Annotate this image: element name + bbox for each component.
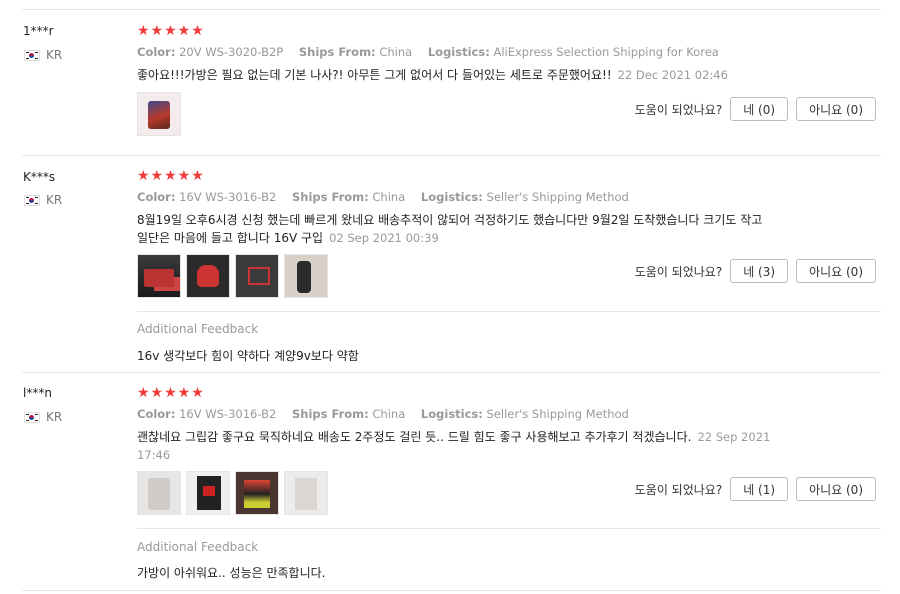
helpful-section: 도움이 되었나요? 네 (1) 아니요 (0) — [635, 477, 876, 501]
reviewer-name: 1***r — [23, 24, 54, 38]
color-label: Color: — [137, 407, 176, 421]
additional-feedback-text: 16v 생각보다 힘이 약하다 계양9v보다 약함 — [137, 349, 359, 363]
review-photos — [137, 254, 328, 298]
review-body-line2: 일단은 마음에 들고 합니다 16V 구입 — [137, 231, 324, 245]
additional-feedback-title: Additional Feedback — [137, 322, 259, 336]
review-photo[interactable] — [284, 254, 328, 298]
review-photos — [137, 92, 181, 136]
ships-from-label: Ships From: — [298, 45, 376, 59]
review-photo[interactable] — [137, 254, 181, 298]
logistics-value: AliExpress Selection Shipping for Korea — [493, 45, 719, 59]
review-body: 괜찮네요 그립감 좋구요 묵직하네요 배송도 2주정도 걸린 듯.. 드릴 힘도… — [137, 430, 692, 444]
review-meta: Color: 20V WS-3020-B2P Ships From: China… — [137, 45, 719, 59]
review-photo[interactable] — [186, 254, 230, 298]
additional-feedback-text: 가방이 아쉬워요.. 성능은 만족합니다. — [137, 566, 326, 580]
helpful-label: 도움이 되었나요? — [634, 264, 723, 279]
helpful-no-button[interactable]: 아니요 (0) — [796, 97, 876, 121]
star-rating: ★★★★★ — [137, 23, 205, 39]
helpful-section: 도움이 되었나요? 네 (0) 아니요 (0) — [635, 97, 876, 121]
country-code: KR — [46, 193, 63, 207]
helpful-section: 도움이 되었나요? 네 (3) 아니요 (0) — [635, 259, 876, 283]
logistics-label: Logistics: — [427, 45, 490, 59]
color-label: Color: — [137, 45, 176, 59]
review-body-line1: 8월19일 오후6시경 신청 했는데 빠르게 왔네요 배송추적이 않되어 걱정하… — [137, 213, 763, 227]
reviewer-name: l***n — [23, 386, 52, 400]
ships-from-label: Ships From: — [291, 190, 369, 204]
review-text: 좋아요!!!가방은 필요 없는데 기본 나사?! 아무튼 그게 없어서 다 들어… — [137, 66, 797, 84]
helpful-yes-button[interactable]: 네 (1) — [730, 477, 789, 501]
review-text: 8월19일 오후6시경 신청 했는데 빠르게 왔네요 배송추적이 않되어 걱정하… — [137, 211, 797, 247]
helpful-no-button[interactable]: 아니요 (0) — [796, 259, 876, 283]
helpful-label: 도움이 되었나요? — [634, 102, 723, 117]
logistics-value: Seller's Shipping Method — [486, 407, 629, 421]
divider — [22, 155, 881, 156]
logistics-value: Seller's Shipping Method — [486, 190, 629, 204]
color-value: 16V WS-3016-B2 — [179, 407, 277, 421]
divider — [22, 9, 881, 10]
review-meta: Color: 16V WS-3016-B2 Ships From: China … — [137, 190, 629, 204]
review-date-part2: 17:46 — [137, 448, 171, 462]
divider — [137, 528, 881, 529]
helpful-yes-button[interactable]: 네 (3) — [730, 259, 789, 283]
ships-from-label: Ships From: — [291, 407, 369, 421]
review-photo[interactable] — [137, 471, 181, 515]
reviewer-country: KR — [24, 410, 62, 424]
helpful-yes-button[interactable]: 네 (0) — [730, 97, 789, 121]
color-value: 20V WS-3020-B2P — [179, 45, 284, 59]
additional-feedback-title: Additional Feedback — [137, 540, 259, 554]
reviewer-country: KR — [24, 48, 62, 62]
review-text: 괜찮네요 그립감 좋구요 묵직하네요 배송도 2주정도 걸린 듯.. 드릴 힘도… — [137, 428, 797, 464]
review-photo[interactable] — [137, 92, 181, 136]
ships-from-value: China — [372, 190, 406, 204]
review-photo[interactable] — [235, 254, 279, 298]
divider — [137, 311, 881, 312]
review-date: 22 Dec 2021 02:46 — [617, 68, 728, 82]
helpful-no-button[interactable]: 아니요 (0) — [796, 477, 876, 501]
country-code: KR — [46, 410, 63, 424]
helpful-label: 도움이 되었나요? — [634, 482, 723, 497]
logistics-label: Logistics: — [420, 190, 483, 204]
review-photo[interactable] — [186, 471, 230, 515]
korea-flag-icon — [24, 194, 40, 206]
country-code: KR — [46, 48, 63, 62]
korea-flag-icon — [24, 411, 40, 423]
ships-from-value: China — [372, 407, 406, 421]
review-meta: Color: 16V WS-3016-B2 Ships From: China … — [137, 407, 629, 421]
review-body: 좋아요!!!가방은 필요 없는데 기본 나사?! 아무튼 그게 없어서 다 들어… — [137, 68, 612, 82]
review-date-part1: 22 Sep 2021 — [697, 430, 771, 444]
divider — [22, 590, 881, 591]
color-value: 16V WS-3016-B2 — [179, 190, 277, 204]
review-date: 02 Sep 2021 00:39 — [329, 231, 439, 245]
ships-from-value: China — [379, 45, 413, 59]
star-rating: ★★★★★ — [137, 168, 205, 184]
review-photo[interactable] — [235, 471, 279, 515]
korea-flag-icon — [24, 49, 40, 61]
star-rating: ★★★★★ — [137, 385, 205, 401]
logistics-label: Logistics: — [420, 407, 483, 421]
color-label: Color: — [137, 190, 176, 204]
review-photos — [137, 471, 328, 515]
review-photo[interactable] — [284, 471, 328, 515]
reviewer-country: KR — [24, 193, 62, 207]
reviewer-name: K***s — [23, 170, 56, 184]
divider — [22, 372, 881, 373]
